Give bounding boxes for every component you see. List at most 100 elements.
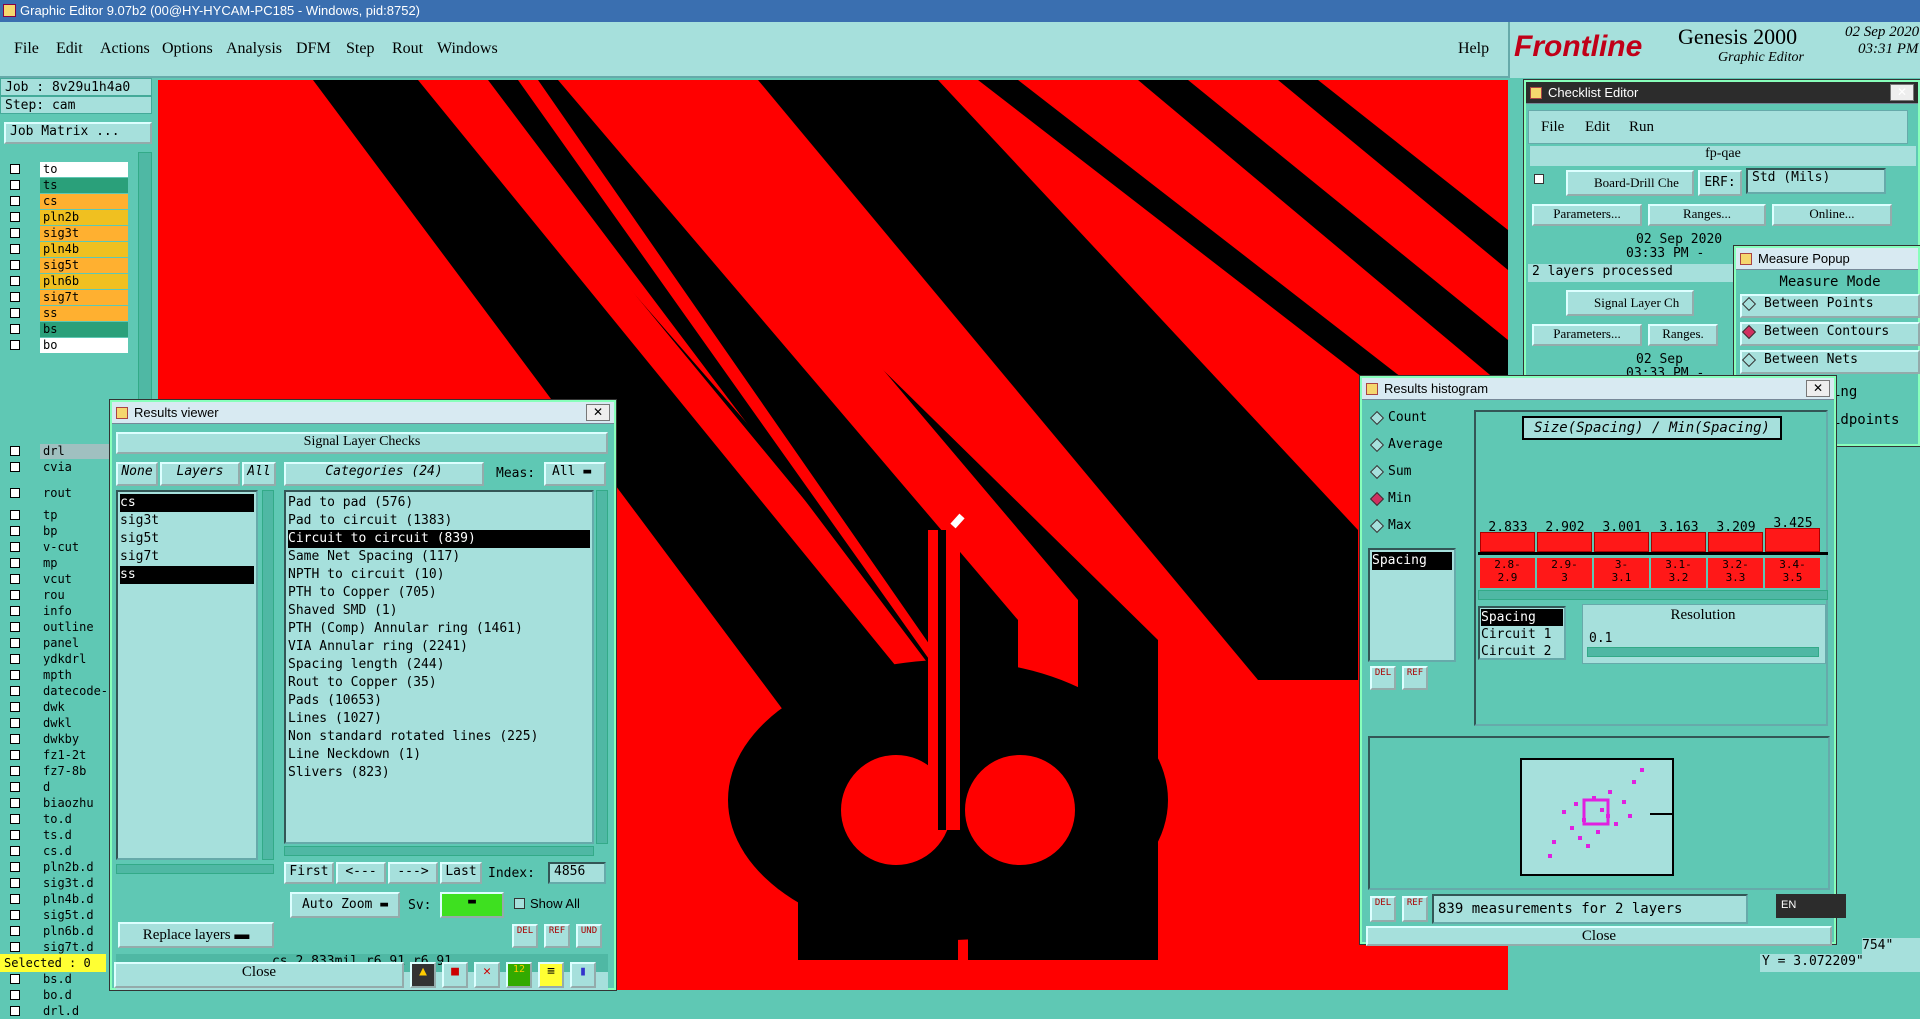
histogram-bar[interactable] (1651, 532, 1706, 552)
next-button[interactable]: ---> (388, 862, 438, 884)
layer-name[interactable]: pln2b (40, 210, 128, 225)
histogram-bar[interactable] (1708, 532, 1763, 552)
layer-row[interactable]: rou (6, 588, 124, 603)
layer-row[interactable]: outline (6, 620, 124, 635)
layer-checkbox[interactable] (10, 244, 20, 254)
check1-checkbox[interactable] (1534, 174, 1544, 184)
layer-row[interactable]: sig7t.d (6, 940, 124, 955)
layer-checkbox[interactable] (10, 558, 20, 568)
layer-name[interactable]: pln6b (40, 274, 128, 289)
layer-row[interactable]: ts (6, 178, 128, 193)
layer-checkbox[interactable] (10, 910, 20, 920)
close-icon[interactable]: ✕ (1890, 84, 1914, 101)
ranges-button-2[interactable]: Ranges. (1648, 324, 1718, 346)
histogram-bar[interactable] (1594, 532, 1649, 552)
result-layer-item[interactable]: sig3t (120, 512, 254, 530)
tool-icon-1[interactable]: ▲ (410, 962, 436, 988)
histogram-hscrollbar[interactable] (1478, 590, 1828, 600)
layer-row[interactable]: cs.d (6, 844, 124, 859)
category-item[interactable]: Pad to pad (576) (288, 494, 590, 512)
attribute-list[interactable]: Spacing (1368, 548, 1456, 662)
menu-help[interactable]: Help (1458, 40, 1489, 58)
layer-checkbox[interactable] (10, 926, 20, 936)
layers-button[interactable]: Layers (160, 462, 240, 486)
result-layer-item[interactable]: ss (120, 566, 254, 584)
tool-icon-5[interactable]: ≡ (538, 962, 564, 988)
layer-checkbox[interactable] (10, 510, 20, 520)
layer-name[interactable]: ss (40, 306, 128, 321)
first-button[interactable]: First (284, 862, 334, 884)
between-nets-radio[interactable]: Between Nets (1740, 350, 1920, 374)
undo-icon[interactable]: UND (576, 924, 602, 948)
layer-row[interactable]: drl (6, 444, 128, 459)
layer-name[interactable]: cs (40, 194, 128, 209)
layer-checkbox[interactable] (10, 574, 20, 584)
layer-checkbox[interactable] (10, 654, 20, 664)
layer-hscrollbar[interactable] (116, 864, 274, 874)
layer-name[interactable]: bs (40, 322, 128, 337)
layer-checkbox[interactable] (10, 814, 20, 824)
layer-checkbox[interactable] (10, 446, 20, 456)
histogram-attribute-item[interactable]: Circuit 2 (1481, 643, 1563, 658)
mode-average-radio[interactable]: Average (1370, 437, 1443, 452)
layer-checkbox[interactable] (10, 542, 20, 552)
layer-row[interactable]: pln4b.d (6, 892, 124, 907)
histogram-bar[interactable] (1537, 532, 1592, 552)
layer-checkbox[interactable] (10, 686, 20, 696)
ref-icon[interactable]: REF (544, 924, 570, 948)
layer-checkbox[interactable] (10, 260, 20, 270)
category-item[interactable]: PTH (Comp) Annular ring (1461) (288, 620, 590, 638)
layer-row[interactable]: sig3t.d (6, 876, 124, 891)
result-layer-item[interactable]: sig5t (120, 530, 254, 548)
layer-checkbox[interactable] (10, 878, 20, 888)
mode-min-radio[interactable]: Min (1370, 491, 1411, 506)
layer-checkbox[interactable] (10, 488, 20, 498)
layer-row[interactable]: panel (6, 636, 124, 651)
checklist-menu-edit[interactable]: Edit (1585, 119, 1610, 136)
last-button[interactable]: Last (440, 862, 482, 884)
layer-name[interactable]: ts (40, 178, 128, 193)
category-list[interactable]: Pad to pad (576) Pad to circuit (1383) Cir… (284, 490, 594, 844)
layer-name[interactable]: pln4b (40, 242, 128, 257)
signal-layer-check[interactable]: Signal Layer Ch (1566, 290, 1694, 316)
ref-icon[interactable]: REF (1402, 896, 1428, 922)
histogram-attribute-list[interactable]: Spacing Circuit 1 Circuit 2 (1478, 606, 1566, 660)
show-all-checkbox[interactable] (514, 898, 525, 909)
between-contours-radio[interactable]: Between Contours (1740, 322, 1920, 346)
layer-name[interactable]: to (40, 162, 128, 177)
layer-row[interactable]: pln2b (6, 210, 128, 225)
layer-checkbox[interactable] (10, 196, 20, 206)
layer-checkbox[interactable] (10, 702, 20, 712)
layer-row[interactable]: sig3t (6, 226, 128, 241)
board-drill-check[interactable]: Board-Drill Che (1566, 170, 1694, 196)
layer-row[interactable]: cvia (6, 460, 128, 475)
layer-checkbox[interactable] (10, 942, 20, 952)
layer-name[interactable]: drl.d (40, 1004, 128, 1019)
layer-checkbox[interactable] (10, 308, 20, 318)
layer-checkbox[interactable] (10, 276, 20, 286)
resolution-slider[interactable] (1587, 647, 1819, 657)
layer-row[interactable]: dwk (6, 700, 124, 715)
layer-checkbox[interactable] (10, 164, 20, 174)
layer-row[interactable]: to.d (6, 812, 124, 827)
menu-analysis[interactable]: Analysis (226, 40, 282, 58)
layer-checkbox[interactable] (10, 622, 20, 632)
layer-checkbox[interactable] (10, 292, 20, 302)
layer-row[interactable]: bo.d (6, 988, 124, 1003)
layer-row[interactable]: sig7t (6, 290, 128, 305)
layer-checkbox[interactable] (10, 228, 20, 238)
category-item[interactable]: Spacing length (244) (288, 656, 590, 674)
prev-button[interactable]: <--- (336, 862, 386, 884)
layer-name[interactable]: sig5t (40, 258, 128, 273)
layer-row[interactable]: dwkby (6, 732, 124, 747)
histogram-bar[interactable] (1480, 532, 1535, 552)
histogram-bar[interactable] (1765, 528, 1820, 552)
menu-options[interactable]: Options (162, 40, 213, 58)
ime-indicator[interactable]: EN (1776, 894, 1846, 918)
layer-row[interactable]: drl.d (6, 1004, 124, 1019)
job-matrix-button[interactable]: Job Matrix ... (4, 122, 152, 144)
checklist-menu-file[interactable]: File (1541, 119, 1564, 136)
category-item[interactable]: Pad to circuit (1383) (288, 512, 590, 530)
parameters-button-2[interactable]: Parameters... (1532, 324, 1642, 346)
checklist-menu-run[interactable]: Run (1629, 119, 1654, 136)
